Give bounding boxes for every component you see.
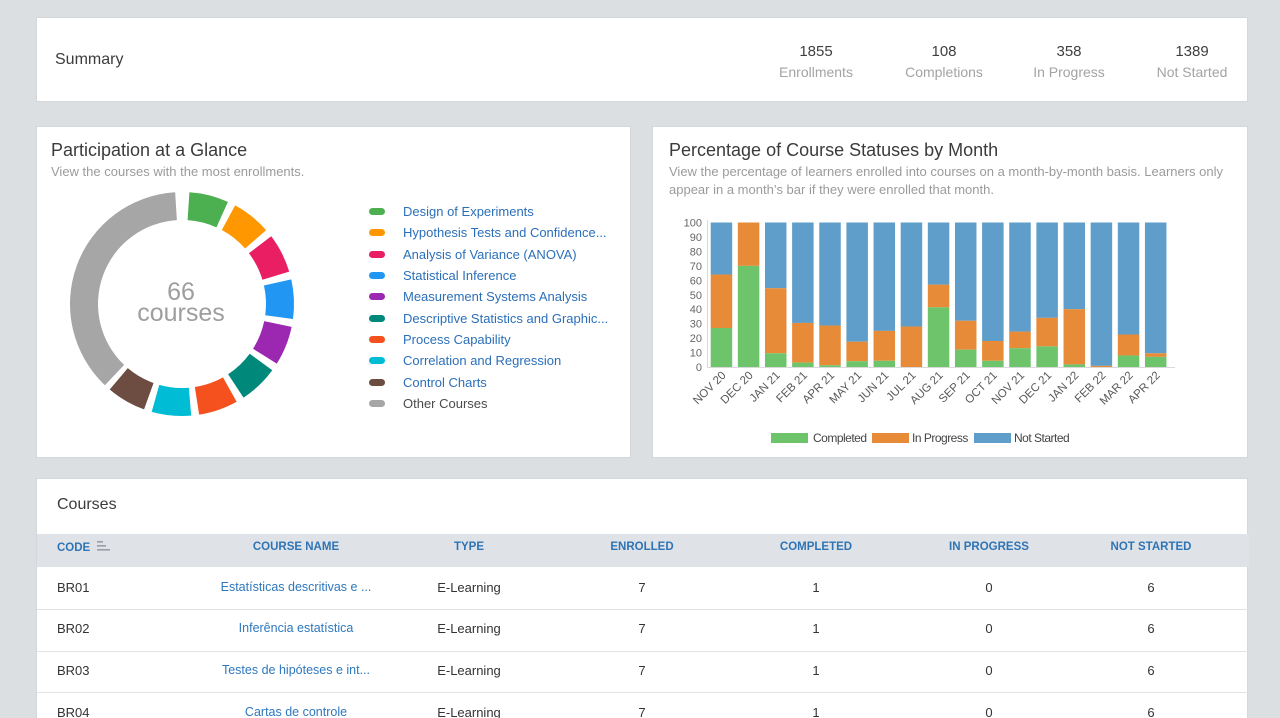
svg-text:70: 70 — [690, 261, 702, 273]
svg-text:40: 40 — [690, 304, 702, 316]
svg-text:60: 60 — [690, 275, 702, 287]
svg-text:80: 80 — [690, 246, 702, 258]
svg-text:10: 10 — [690, 348, 702, 360]
svg-text:30: 30 — [690, 319, 702, 331]
svg-text:0: 0 — [696, 362, 702, 374]
svg-text:50: 50 — [690, 290, 702, 302]
svg-text:20: 20 — [690, 333, 702, 345]
svg-text:JUN 21: JUN 21 — [856, 370, 892, 406]
svg-text:90: 90 — [690, 232, 702, 244]
svg-text:100: 100 — [684, 218, 702, 230]
